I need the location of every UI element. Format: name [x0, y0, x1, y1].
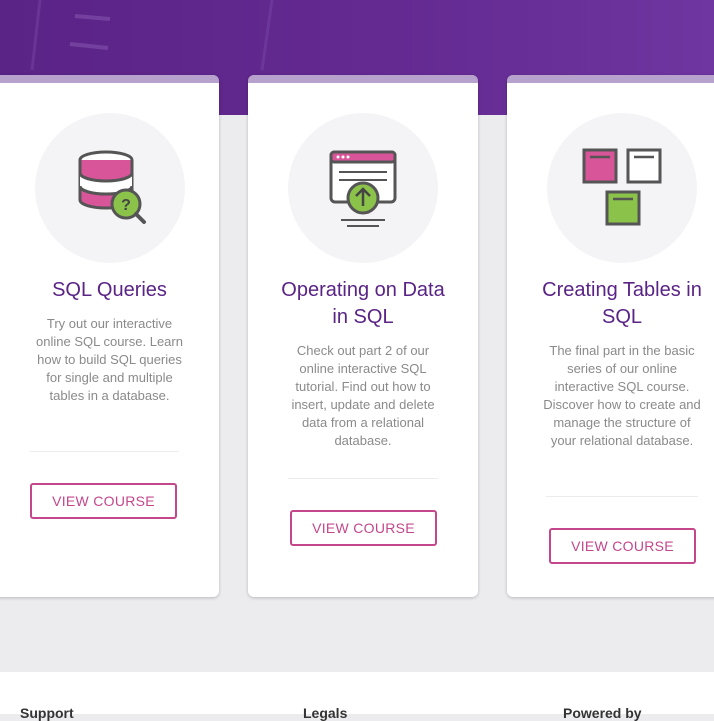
footer-powered-by-heading: Powered by [563, 705, 642, 721]
divider [288, 478, 438, 479]
course-icon-circle [288, 113, 438, 263]
footer-legals-heading: Legals [303, 705, 348, 721]
view-course-button[interactable]: VIEW COURSE [549, 528, 696, 564]
course-description: Check out part 2 of our online interacti… [291, 343, 435, 448]
view-course-button[interactable]: VIEW COURSE [30, 483, 177, 519]
divider [30, 451, 179, 452]
svg-text:?: ? [121, 197, 131, 214]
course-title: SQL Queries [52, 279, 167, 301]
divider [546, 496, 698, 497]
view-course-button[interactable]: VIEW COURSE [290, 510, 437, 546]
footer-support-heading: Support [20, 705, 74, 721]
course-title: Operating on Data in SQL [281, 279, 445, 328]
course-description: Try out our interactive online SQL cours… [36, 316, 183, 403]
course-icon-circle: ? [34, 113, 185, 263]
course-card-sql-queries: ? SQL Queries Try out our interactive on… [0, 75, 219, 597]
course-title: Creating Tables in SQL [542, 279, 702, 328]
footer: Support Legals Powered by [0, 672, 714, 721]
tables-icon [582, 148, 662, 226]
database-search-icon: ? [78, 150, 146, 224]
course-card-creating-tables: Creating Tables in SQL The final part in… [507, 75, 714, 597]
course-card-operating-on-data: Operating on Data in SQL Check out part … [248, 75, 478, 597]
browser-upload-icon [329, 150, 397, 227]
course-description: The final part in the basic series of ou… [543, 343, 701, 448]
course-icon-circle [547, 113, 697, 263]
